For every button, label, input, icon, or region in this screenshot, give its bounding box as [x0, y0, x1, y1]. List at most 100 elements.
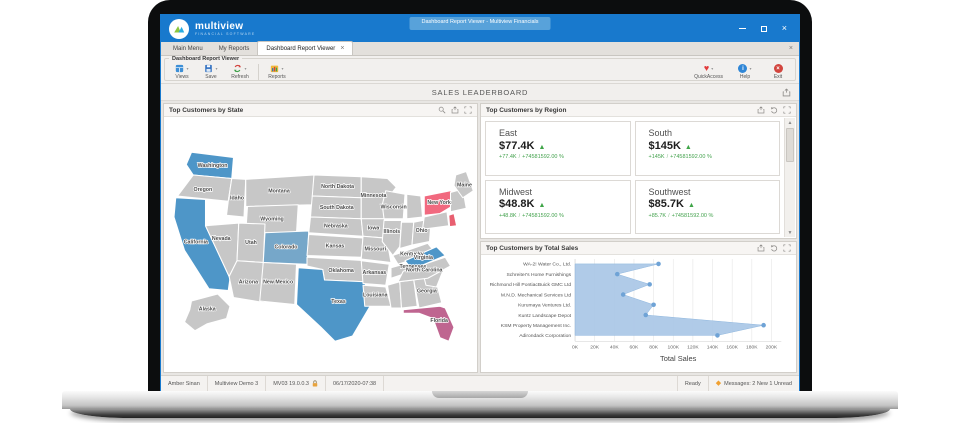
chart-x-tick: 160K	[726, 345, 738, 351]
magnifier-icon[interactable]	[438, 106, 446, 114]
toolbar-separator	[258, 64, 259, 80]
chart-category-label: Kurumaya Ventures Ltd.	[518, 303, 571, 309]
undo-icon[interactable]	[770, 244, 778, 252]
region-name: Southwest	[649, 188, 780, 198]
expand-icon[interactable]	[783, 244, 791, 252]
scrollbar-thumb[interactable]	[786, 128, 794, 162]
state-label-north-dakota: North Dakota	[321, 184, 354, 190]
state-label-colorado: Colorado	[274, 244, 297, 250]
state-panel-title: Top Customers by State	[169, 107, 243, 114]
quickaccess-label: QuickAccess	[694, 75, 723, 80]
us-map-container: WashingtonOregonCaliforniaIdahoNevadaMon…	[164, 117, 477, 372]
undo-icon[interactable]	[770, 106, 778, 114]
tabbar-close-icon[interactable]: ×	[789, 45, 793, 52]
window-title: Dashboard Report Viewer - Multiview Fina…	[410, 17, 551, 30]
state-label-maine: Maine	[457, 182, 472, 188]
info-icon: i	[738, 64, 747, 73]
quickaccess-button[interactable]: ♥▾ QuickAccess	[694, 63, 723, 80]
laptop-notch	[432, 391, 528, 398]
exit-button[interactable]: × Exit	[767, 63, 789, 80]
panel-top-customers-by-region: Top Customers by Region East $77.4K▲	[480, 103, 797, 239]
logo-mountains-icon	[172, 22, 186, 36]
chart-point[interactable]	[715, 333, 720, 338]
state-new-jersey[interactable]	[448, 213, 456, 226]
help-label: Help	[740, 75, 750, 80]
status-right: Ready ◆ Messages: 2 New 1 Unread	[677, 376, 799, 391]
views-label: Views	[175, 75, 188, 80]
maximize-icon[interactable]	[761, 26, 767, 32]
logo-text: multiview FINANCIAL SOFTWARE	[195, 21, 255, 36]
region-card-east[interactable]: East $77.4K▲ +77.4K/+74581592.00 %	[485, 121, 631, 176]
views-button[interactable]: ▾ Views	[171, 63, 193, 80]
share-icon[interactable]	[782, 88, 791, 97]
region-panel-header: Top Customers by Region	[481, 104, 796, 117]
tab-my-reports[interactable]: My Reports	[211, 43, 258, 55]
chart-category-label: M.N.D. Mechanical Services Ltd	[501, 292, 572, 298]
refresh-label: Refresh	[231, 75, 249, 80]
chart-point[interactable]	[621, 292, 626, 297]
chart-x-tick: 140K	[707, 345, 719, 351]
tab-dashboard-report-viewer[interactable]: Dashboard Report Viewer ×	[257, 41, 353, 55]
refresh-button[interactable]: ▾ Refresh	[229, 63, 251, 80]
state-label-idaho: Idaho	[230, 195, 244, 201]
state-label-washington: Washington	[197, 163, 227, 169]
chart-point[interactable]	[656, 262, 661, 267]
help-button[interactable]: i▾ Help	[734, 63, 756, 80]
region-card-southwest[interactable]: Southwest $85.7K▲ +85.7K/+74581592.00 %	[635, 180, 781, 235]
save-button[interactable]: ▾ Save	[200, 63, 222, 80]
sales-panel-title: Top Customers by Total Sales	[486, 245, 578, 252]
state-label-california: California	[183, 239, 207, 245]
toolbar-group-label: Dashboard Report Viewer	[169, 56, 242, 62]
status-messages[interactable]: ◆ Messages: 2 New 1 Unread	[708, 376, 799, 391]
laptop-screen: multiview FINANCIAL SOFTWARE Dashboard R…	[160, 14, 800, 392]
multiview-logo-icon	[169, 19, 189, 39]
close-icon[interactable]: ×	[782, 24, 787, 33]
tab-close-icon[interactable]: ×	[340, 45, 344, 52]
tab-main-menu[interactable]: Main Menu	[165, 43, 211, 55]
laptop-base-edge	[70, 409, 890, 418]
scroll-up-icon[interactable]: ▲	[785, 118, 795, 127]
region-value: $77.4K	[499, 140, 534, 152]
expand-icon[interactable]	[464, 106, 472, 114]
state-michigan[interactable]	[406, 194, 422, 219]
state-label-georgia: Georgia	[416, 288, 436, 294]
trend-up-icon: ▲	[538, 144, 545, 151]
region-card-south[interactable]: South $145K▲ +145K/+74581592.00 %	[635, 121, 781, 176]
chart-point[interactable]	[651, 302, 656, 307]
chart-category-label: WA-2! Water Co., Ltd.	[523, 262, 571, 268]
reports-icon	[270, 64, 279, 73]
chart-point[interactable]	[643, 313, 648, 318]
region-percent: +74581592.00 %	[672, 213, 714, 219]
chart-x-tick: 0K	[572, 345, 579, 351]
refresh-icon	[233, 64, 242, 73]
share-icon[interactable]	[757, 244, 765, 252]
state-label-oregon: Oregon	[193, 186, 212, 192]
chart-x-axis-title: Total Sales	[660, 354, 697, 363]
chart-area	[575, 264, 764, 335]
chart-point[interactable]	[761, 323, 766, 328]
reports-button[interactable]: ▾ Reports	[266, 63, 288, 80]
sales-panel-header: Top Customers by Total Sales	[481, 242, 796, 255]
region-card-midwest[interactable]: Midwest $48.8K▲ +48.8K/+74581592.00 %	[485, 180, 631, 235]
chart-point[interactable]	[647, 282, 652, 287]
region-name: South	[649, 129, 780, 139]
state-label-texas: Texas	[331, 298, 346, 304]
state-label-north-carolina: North Carolina	[406, 267, 443, 273]
scroll-down-icon[interactable]: ▼	[785, 228, 795, 237]
expand-icon[interactable]	[783, 106, 791, 114]
chart-point[interactable]	[615, 272, 620, 277]
state-label-nebraska: Nebraska	[324, 223, 348, 229]
window-controls: ×	[739, 24, 787, 33]
toolbar: Dashboard Report Viewer ▾ Views ▾ Save ▾…	[161, 56, 799, 84]
minimize-icon[interactable]	[739, 28, 746, 29]
share-icon[interactable]	[757, 106, 765, 114]
chevron-down-icon: ▾	[749, 67, 751, 71]
region-delta: +77.4K	[499, 154, 517, 160]
region-value: $48.8K	[499, 198, 534, 210]
region-scrollbar[interactable]: ▲ ▼	[784, 118, 795, 237]
close-circle-icon: ×	[774, 64, 783, 73]
sales-chart-container: WA-2! Water Co., Ltd.Schreiter's Home Fu…	[481, 255, 796, 372]
share-icon[interactable]	[451, 106, 459, 114]
region-percent: +74581592.00 %	[522, 154, 564, 160]
tab-bar: Main Menu My Reports Dashboard Report Vi…	[161, 42, 799, 56]
